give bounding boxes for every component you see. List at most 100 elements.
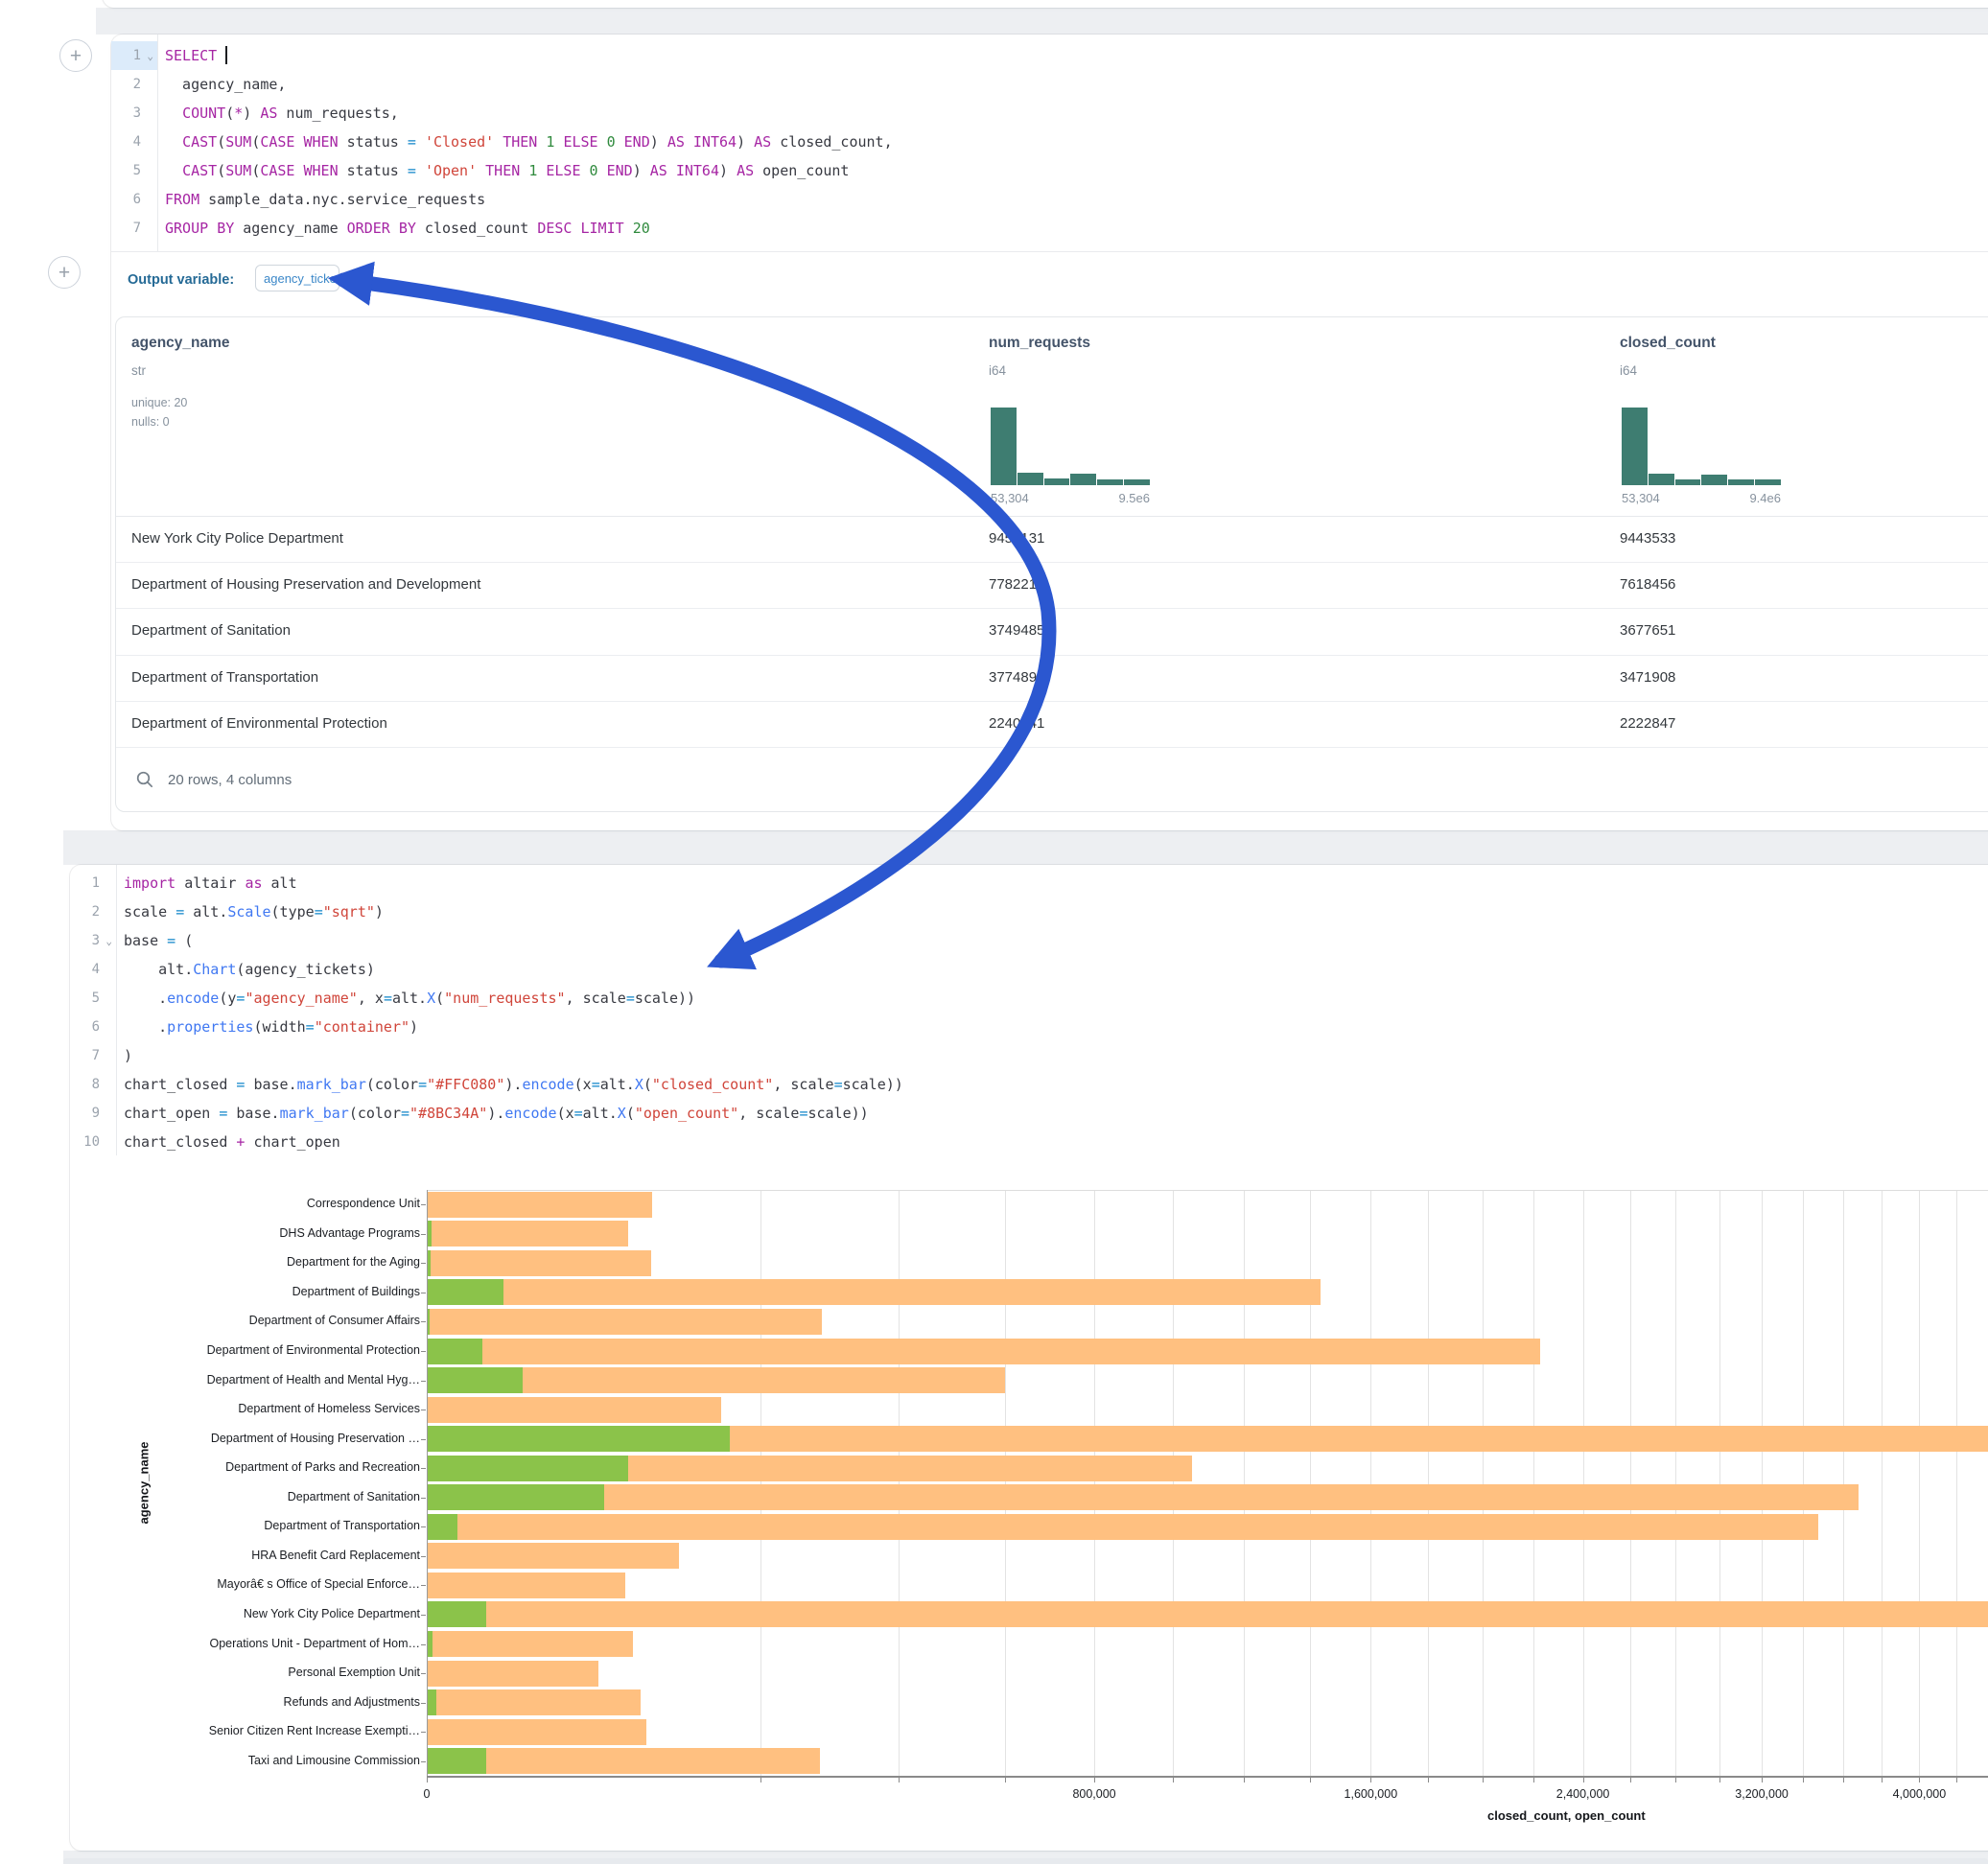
code-text: alt.Chart(agency_tickets) (116, 955, 375, 984)
cell-gap-top (96, 8, 1988, 35)
table-cell: 7782211 (989, 562, 1043, 608)
table-cell: Department of Environmental Protection (131, 701, 387, 747)
next-cell-edge (63, 1858, 1988, 1864)
fold-spacer (100, 1100, 112, 1129)
code-line: 4 CAST(SUM(CASE WHEN status = 'Closed' T… (111, 128, 1988, 156)
line-number: 3⌄ (70, 926, 116, 955)
column-header[interactable]: num_requests (989, 335, 1090, 352)
histogram-bar (1622, 408, 1648, 485)
code-line: 1 import altair as alt (70, 869, 1988, 897)
code-line: 4 alt.Chart(agency_tickets) (70, 955, 1988, 984)
table-cell: Department of Housing Preservation and D… (131, 562, 480, 608)
output-variable-label: Output variable: (128, 272, 234, 288)
fold-chevron-icon[interactable]: ⌄ (141, 42, 153, 71)
line-number: 2 (111, 70, 157, 99)
fold-spacer (100, 1042, 112, 1071)
code-text: scale = alt.Scale(type="sqrt") (116, 897, 384, 926)
column-stat: nulls: 0 (131, 415, 170, 429)
column-type: i64 (1620, 363, 1637, 378)
output-variable-input[interactable]: agency_tickets (255, 265, 339, 291)
line-number: 2 (70, 897, 116, 926)
table-cell: 3471908 (1620, 655, 1675, 701)
code-text: base = ( (116, 926, 193, 955)
sql-editor[interactable]: 1⌄SELECT 2 agency_name,3 COUNT(*) AS num… (111, 41, 1988, 243)
histogram-bar (1070, 474, 1096, 485)
code-text: SELECT (157, 41, 227, 70)
table-cell: 7618456 (1620, 562, 1675, 608)
text-cursor (225, 46, 227, 64)
code-line: 1⌄SELECT (111, 41, 1988, 70)
code-line: 6 .properties(width="container") (70, 1013, 1988, 1041)
code-text: chart_closed = base.mark_bar(color="#FFC… (116, 1070, 903, 1099)
fold-chevron-icon[interactable]: ⌄ (100, 927, 112, 956)
histogram-bar (1701, 475, 1727, 485)
column-type: i64 (989, 363, 1006, 378)
add-cell-button[interactable]: + (48, 256, 81, 289)
fold-spacer (100, 870, 112, 898)
add-cell-button[interactable]: + (59, 39, 92, 72)
code-text: CAST(SUM(CASE WHEN status = 'Open' THEN … (157, 156, 849, 185)
histogram-bar (1124, 479, 1150, 485)
line-number: 7 (70, 1041, 116, 1070)
cell-section-divider (111, 251, 1988, 252)
table-row[interactable]: Department of Housing Preservation and D… (116, 562, 1988, 609)
line-number: 1 (70, 869, 116, 897)
table-cell: 9443533 (1620, 516, 1675, 562)
code-line: 2 scale = alt.Scale(type="sqrt") (70, 897, 1988, 926)
table-row[interactable]: Department of Environmental Protection 22… (116, 701, 1988, 748)
line-number: 3 (111, 99, 157, 128)
code-line: 6 FROM sample_data.nyc.service_requests (111, 185, 1988, 214)
code-text: FROM sample_data.nyc.service_requests (157, 185, 485, 214)
column-header[interactable]: agency_name (131, 335, 230, 352)
fold-spacer (141, 186, 153, 215)
code-line: 2 agency_name, (111, 70, 1988, 99)
fold-spacer (100, 985, 112, 1014)
python-editor[interactable]: 1 import altair as alt2 scale = alt.Scal… (70, 869, 1988, 1156)
histogram-bar (1097, 479, 1123, 485)
line-number: 10 (70, 1128, 116, 1156)
column-header[interactable]: closed_count (1620, 335, 1716, 352)
histogram-bar (1675, 479, 1701, 485)
code-line: 3⌄base = ( (70, 926, 1988, 955)
table-cell: Department of Transportation (131, 655, 318, 701)
code-text: chart_open = base.mark_bar(color="#8BC34… (116, 1099, 869, 1128)
line-number: 1⌄ (111, 41, 157, 70)
code-text: COUNT(*) AS num_requests, (157, 99, 399, 128)
histogram-bar (1044, 478, 1070, 485)
line-number: 4 (70, 955, 116, 984)
code-line: 7 ) (70, 1041, 1988, 1070)
table-row-count: 20 rows, 4 columns (168, 772, 292, 788)
code-text: GROUP BY agency_name ORDER BY closed_cou… (157, 214, 650, 243)
code-line: 8 chart_closed = base.mark_bar(color="#F… (70, 1070, 1988, 1099)
code-text: agency_name, (157, 70, 286, 99)
search-icon[interactable] (135, 770, 154, 789)
code-line: 5 CAST(SUM(CASE WHEN status = 'Open' THE… (111, 156, 1988, 185)
fold-spacer (141, 71, 153, 100)
code-line: 5 .encode(y="agency_name", x=alt.X("num_… (70, 984, 1988, 1013)
histogram-bar (1017, 473, 1043, 485)
line-number: 5 (111, 156, 157, 185)
table-cell: 9453131 (989, 516, 1044, 562)
result-table: agency_namestr unique: 20 nulls: 0 num_requ… (115, 316, 1988, 812)
python-cell: 1 import altair as alt2 scale = alt.Scal… (70, 865, 1988, 1851)
fold-spacer (141, 157, 153, 186)
line-number: 7 (111, 214, 157, 243)
fold-spacer (100, 1014, 112, 1042)
column-type: str (131, 363, 146, 378)
cell-gap-middle (63, 830, 1988, 865)
column-stat: unique: 20 (131, 396, 187, 409)
table-row[interactable]: New York City Police Department 9453131 94… (116, 516, 1988, 563)
line-number: 5 (70, 984, 116, 1013)
column-histogram[interactable] (1622, 408, 1781, 485)
plus-icon: + (58, 263, 70, 283)
fold-spacer (141, 100, 153, 128)
table-cell: New York City Police Department (131, 516, 343, 562)
table-row[interactable]: Department of Transportation377489234719… (116, 655, 1988, 702)
column-histogram[interactable] (991, 408, 1150, 485)
table-cell: 2240041 (989, 701, 1044, 747)
histogram-bar (1649, 474, 1674, 485)
histogram-range-labels: 53,3049.4e6 (1622, 491, 1781, 505)
table-row[interactable]: Department of Sanitation37494853677651 (116, 608, 1988, 655)
code-text: .encode(y="agency_name", x=alt.X("num_re… (116, 984, 695, 1013)
code-line: 9 chart_open = base.mark_bar(color="#8BC… (70, 1099, 1988, 1128)
